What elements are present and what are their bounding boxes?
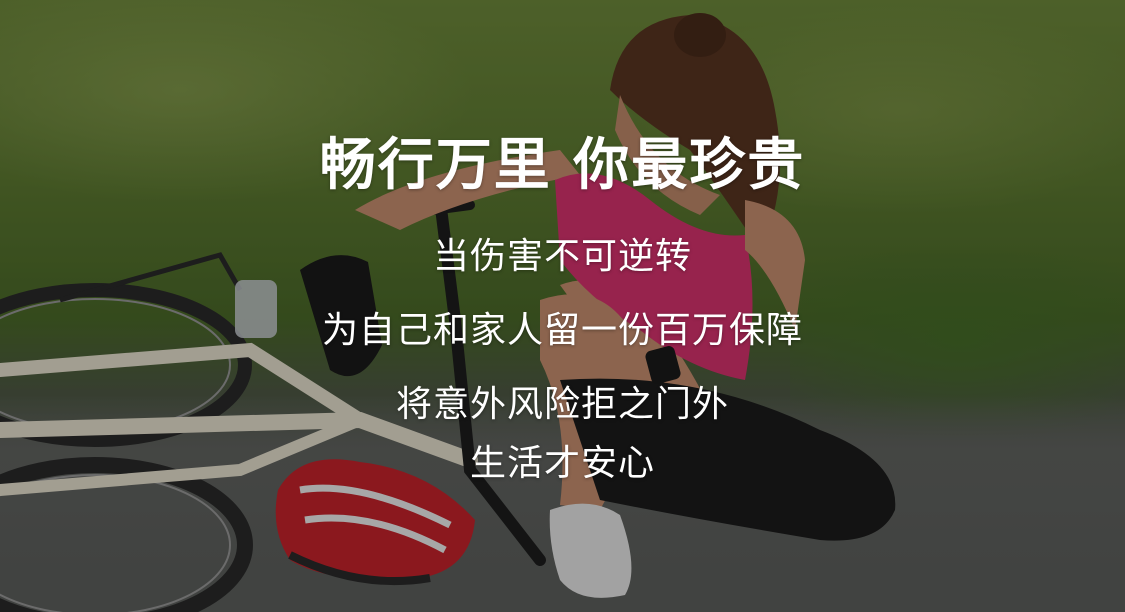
tagline-line-4: 生活才安心	[469, 443, 655, 484]
hero-banner: 畅行万里 你最珍贵 当伤害不可逆转 为自己和家人留一份百万保障 将意外风险拒之门…	[0, 0, 1125, 612]
tagline-line-3: 将意外风险拒之门外	[395, 384, 729, 425]
tagline-line-2: 为自己和家人留一份百万保障	[321, 310, 803, 351]
headline: 畅行万里 你最珍贵	[319, 133, 806, 198]
banner-copy: 畅行万里 你最珍贵 当伤害不可逆转 为自己和家人留一份百万保障 将意外风险拒之门…	[0, 0, 1125, 612]
tagline-line-1: 当伤害不可逆转	[432, 236, 692, 277]
